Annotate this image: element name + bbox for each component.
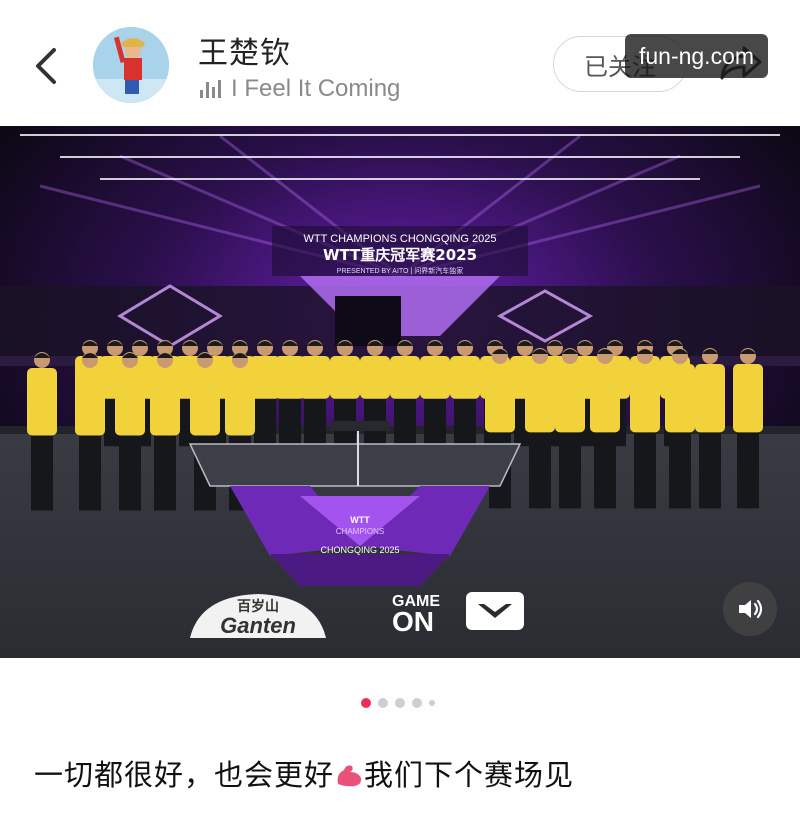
team-photo-image: WTT CHAMPIONS CHONGQING 2025 WTT重庆冠军赛202… (0, 126, 800, 658)
floor-sponsor-line2: Ganten (220, 613, 296, 638)
table-logo-line1: WTT (350, 515, 370, 525)
caption-text-part1: 一切都很好，也会更好 (34, 758, 335, 792)
wtt-floor-logo-icon (466, 592, 524, 630)
banner-line2: WTT重庆冠军赛2025 (323, 246, 477, 264)
sound-toggle-button[interactable] (723, 582, 777, 636)
team-member-figure (733, 348, 763, 509)
carousel-dot (361, 698, 371, 708)
banner-line3: PRESENTED BY AITO | 问界新汽车独家 (337, 266, 463, 275)
avatar[interactable] (93, 27, 169, 103)
site-watermark: fun-ng.com (625, 34, 768, 78)
username[interactable]: 王楚钦 (198, 28, 291, 72)
team-member-figure (150, 352, 180, 511)
music-bars-icon (200, 80, 221, 98)
team-member-figure (555, 348, 585, 509)
carousel-dot (395, 698, 405, 708)
team-member-figure (27, 352, 57, 511)
avatar-figure-icon (93, 27, 169, 103)
team-member-figure (590, 348, 620, 509)
back-arrow-icon[interactable] (28, 42, 68, 90)
speaker-icon (739, 599, 763, 619)
team-member-figure (695, 348, 725, 509)
caption-text-part2: 我们下个赛场见 (364, 758, 575, 792)
post-caption: 一切都很好，也会更好 我们下个赛场见 (34, 752, 574, 794)
carousel-dot (412, 698, 422, 708)
table-logo-line3: CHONGQING 2025 (320, 545, 399, 555)
team-member-figure (525, 348, 555, 509)
team-member-figure (665, 348, 695, 509)
banner-line1: WTT CHAMPIONS CHONGQING 2025 (304, 233, 497, 245)
team-member-figure (115, 352, 145, 511)
carousel-indicator (0, 658, 800, 746)
flexed-biceps-icon (337, 765, 362, 787)
team-member-figure (75, 352, 105, 511)
carousel-dot (378, 698, 388, 708)
post-photo[interactable]: WTT CHAMPIONS CHONGQING 2025 WTT重庆冠军赛202… (0, 126, 800, 658)
music-track-title: I Feel It Coming (231, 75, 401, 102)
carousel-dot (429, 700, 435, 706)
table-logo-line2: CHAMPIONS (336, 527, 384, 536)
post-header: 王楚钦 I Feel It Coming 已关注 fun-ng.com (0, 0, 800, 126)
team-member-figure (630, 348, 660, 509)
floor-game-on-line2: ON (392, 606, 434, 637)
music-tag[interactable]: I Feel It Coming (200, 74, 400, 104)
